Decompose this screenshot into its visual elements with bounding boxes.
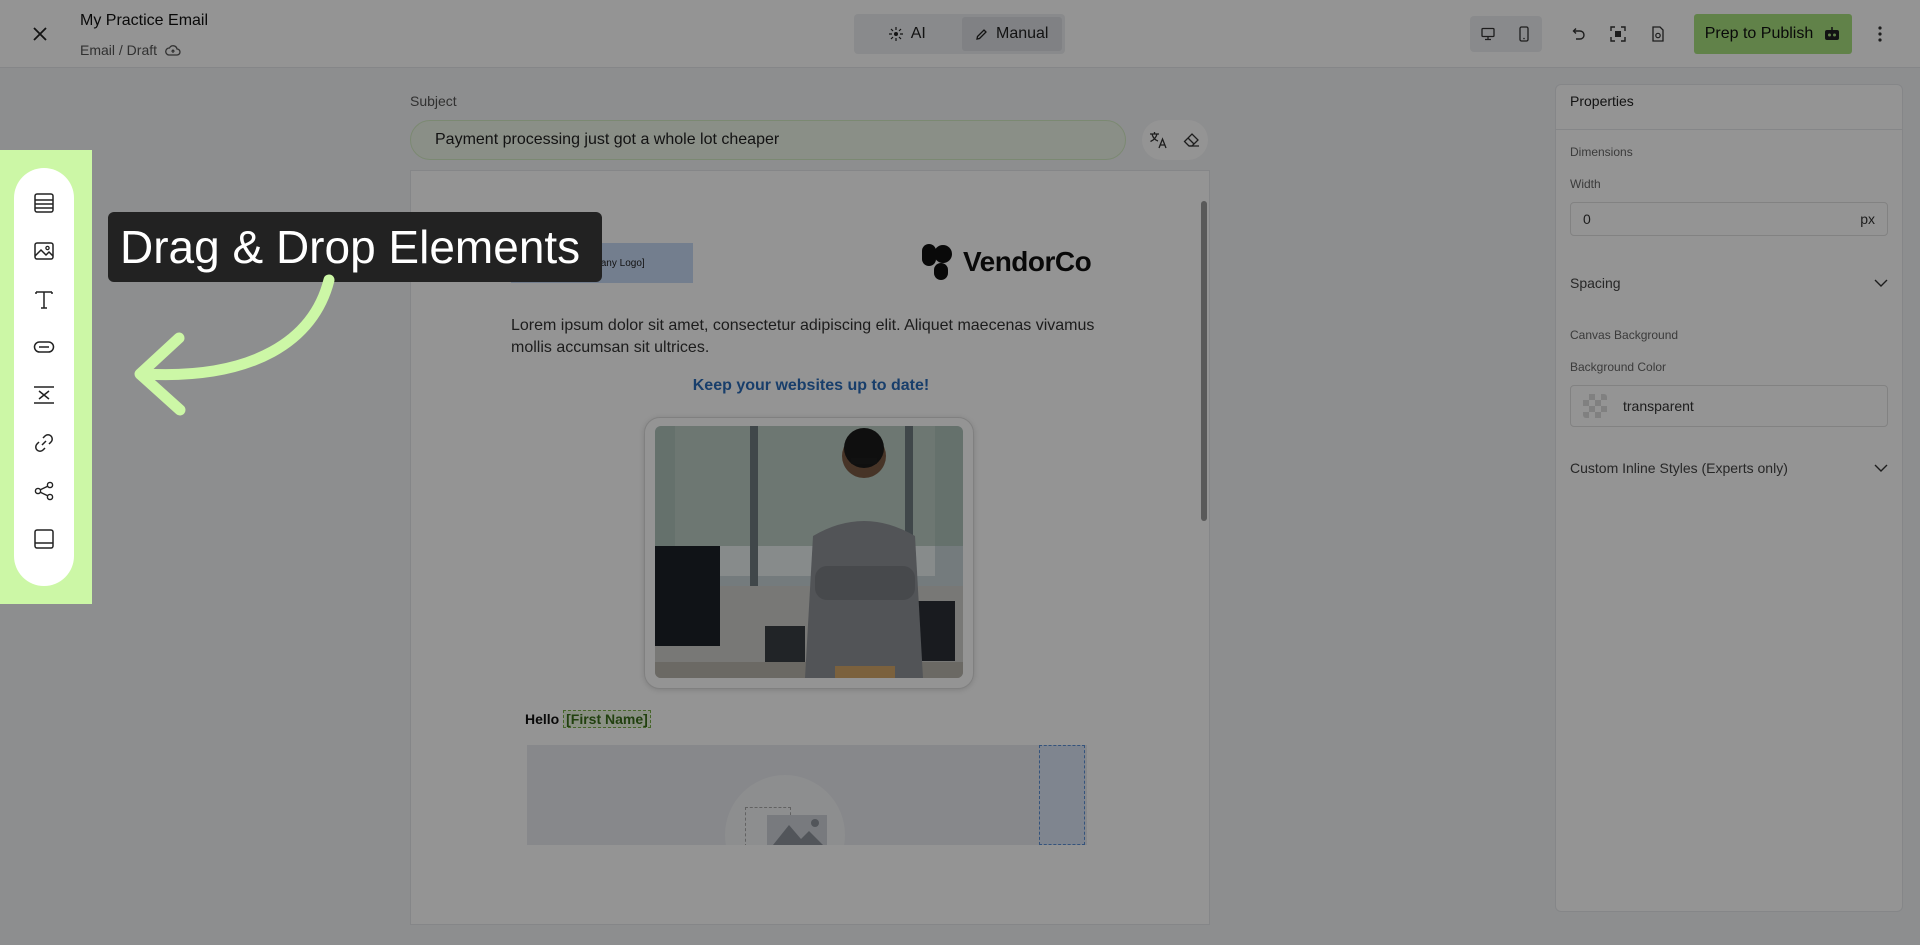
mobile-preview-button[interactable] bbox=[1510, 20, 1538, 48]
link-element-button[interactable] bbox=[31, 430, 57, 456]
link-icon bbox=[35, 434, 53, 452]
prep-to-publish-button[interactable]: Prep to Publish bbox=[1694, 14, 1852, 54]
email-canvas[interactable]: [Company Logo] VendorCo Lorem ipsum dolo… bbox=[410, 170, 1210, 925]
footer-element-button[interactable] bbox=[31, 526, 57, 552]
curved-arrow-icon bbox=[134, 274, 335, 416]
selected-column-outline[interactable] bbox=[1039, 745, 1085, 845]
vendorco-logo-icon bbox=[922, 244, 952, 280]
document-title: My Practice Email bbox=[80, 12, 209, 29]
mobile-icon bbox=[1519, 26, 1529, 42]
image-element-button[interactable] bbox=[31, 238, 57, 264]
hero-photo bbox=[655, 426, 963, 678]
spacing-label: Spacing bbox=[1570, 275, 1621, 291]
button-icon bbox=[33, 341, 55, 353]
spacer-element-button[interactable] bbox=[31, 382, 57, 408]
canvas-scrollbar[interactable] bbox=[1201, 201, 1207, 521]
undo-button[interactable] bbox=[1564, 20, 1592, 48]
brand-name: VendorCo bbox=[963, 246, 1092, 277]
clear-button[interactable] bbox=[1178, 126, 1206, 154]
social-element-button[interactable] bbox=[31, 478, 57, 504]
undo-icon bbox=[1572, 28, 1585, 40]
eraser-icon bbox=[1183, 133, 1199, 147]
mode-ai-button[interactable]: AI bbox=[857, 17, 958, 51]
rows-icon bbox=[34, 193, 54, 213]
rows-element-button[interactable] bbox=[31, 190, 57, 216]
intro-paragraph[interactable]: Lorem ipsum dolor sit amet, consectetur … bbox=[511, 315, 1111, 359]
brand-logo[interactable]: VendorCo bbox=[921, 243, 1092, 281]
desktop-icon bbox=[1481, 27, 1495, 41]
desktop-preview-button[interactable] bbox=[1474, 20, 1502, 48]
width-value: 0 bbox=[1583, 211, 1591, 227]
elements-toolbar bbox=[14, 168, 74, 586]
mode-manual-button[interactable]: Manual bbox=[961, 17, 1062, 51]
properties-divider bbox=[1556, 129, 1902, 130]
chevron-down-icon bbox=[1874, 464, 1888, 472]
kebab-menu-icon bbox=[1878, 26, 1882, 42]
cloud-sync-icon bbox=[165, 45, 181, 56]
subject-input[interactable]: Payment processing just got a whole lot … bbox=[410, 120, 1126, 160]
width-label: Width bbox=[1570, 177, 1601, 191]
hero-image-card[interactable] bbox=[644, 417, 974, 689]
office-man-photo bbox=[655, 426, 963, 678]
mode-switch: AI Manual bbox=[854, 14, 1065, 54]
properties-title: Properties bbox=[1570, 93, 1634, 109]
subject-value: Payment processing just got a whole lot … bbox=[435, 131, 780, 148]
breadcrumb: Email / Draft bbox=[80, 42, 181, 58]
top-bar: My Practice Email Email / Draft AI Manua… bbox=[0, 0, 1920, 68]
device-preview-toggle bbox=[1470, 16, 1542, 52]
button-element-button[interactable] bbox=[31, 334, 57, 360]
greeting-line[interactable]: Hello [First Name] bbox=[525, 710, 651, 728]
mode-manual-label: Manual bbox=[996, 25, 1049, 42]
document-preview-icon bbox=[1652, 26, 1664, 42]
subject-label: Subject bbox=[410, 93, 457, 109]
robot-icon bbox=[1825, 27, 1840, 40]
background-color-label: Background Color bbox=[1570, 360, 1667, 374]
image-icon bbox=[34, 242, 54, 260]
background-color-value: transparent bbox=[1623, 398, 1694, 414]
sparkle-icon bbox=[888, 27, 903, 41]
canvas-background-label: Canvas Background bbox=[1570, 328, 1679, 342]
pencil-icon bbox=[976, 28, 987, 40]
footer-icon bbox=[34, 529, 54, 549]
text-element-button[interactable] bbox=[31, 286, 57, 312]
more-options-button[interactable] bbox=[1866, 20, 1894, 48]
preview-button[interactable] bbox=[1644, 20, 1672, 48]
close-icon bbox=[33, 27, 47, 41]
fullscreen-button[interactable] bbox=[1604, 20, 1632, 48]
translate-icon bbox=[1149, 132, 1167, 149]
breadcrumb-text: Email / Draft bbox=[80, 42, 158, 58]
custom-inline-styles-label: Custom Inline Styles (Experts only) bbox=[1570, 460, 1788, 476]
translate-button[interactable] bbox=[1145, 126, 1173, 154]
subject-tools bbox=[1142, 120, 1208, 160]
custom-inline-styles-section[interactable]: Custom Inline Styles (Experts only) bbox=[1570, 460, 1888, 476]
text-icon bbox=[35, 291, 53, 309]
social-share-icon bbox=[34, 481, 54, 501]
dimensions-label: Dimensions bbox=[1570, 145, 1633, 159]
image-placeholder-icon bbox=[767, 815, 827, 845]
background-color-input[interactable]: transparent bbox=[1570, 385, 1888, 427]
width-input[interactable]: 0 px bbox=[1570, 202, 1888, 236]
editor-tools bbox=[1564, 20, 1672, 48]
close-button[interactable] bbox=[28, 22, 52, 46]
fullscreen-icon bbox=[1610, 26, 1626, 42]
headline[interactable]: Keep your websites up to date! bbox=[511, 377, 1111, 395]
greeting-text: Hello bbox=[525, 711, 560, 727]
spacing-section[interactable]: Spacing bbox=[1570, 275, 1888, 291]
properties-panel: Properties Dimensions Width 0 px Spacing… bbox=[1555, 84, 1903, 912]
transparent-swatch[interactable] bbox=[1583, 394, 1607, 418]
mode-ai-label: AI bbox=[910, 25, 926, 42]
image-placeholder-block[interactable] bbox=[527, 745, 1087, 845]
spacer-icon bbox=[34, 386, 54, 404]
width-unit: px bbox=[1860, 211, 1875, 227]
publish-label: Prep to Publish bbox=[1704, 25, 1814, 42]
tooltip-text: Drag & Drop Elements bbox=[120, 221, 581, 273]
chevron-down-icon bbox=[1874, 279, 1888, 287]
first-name-merge-tag[interactable]: [First Name] bbox=[563, 710, 651, 728]
